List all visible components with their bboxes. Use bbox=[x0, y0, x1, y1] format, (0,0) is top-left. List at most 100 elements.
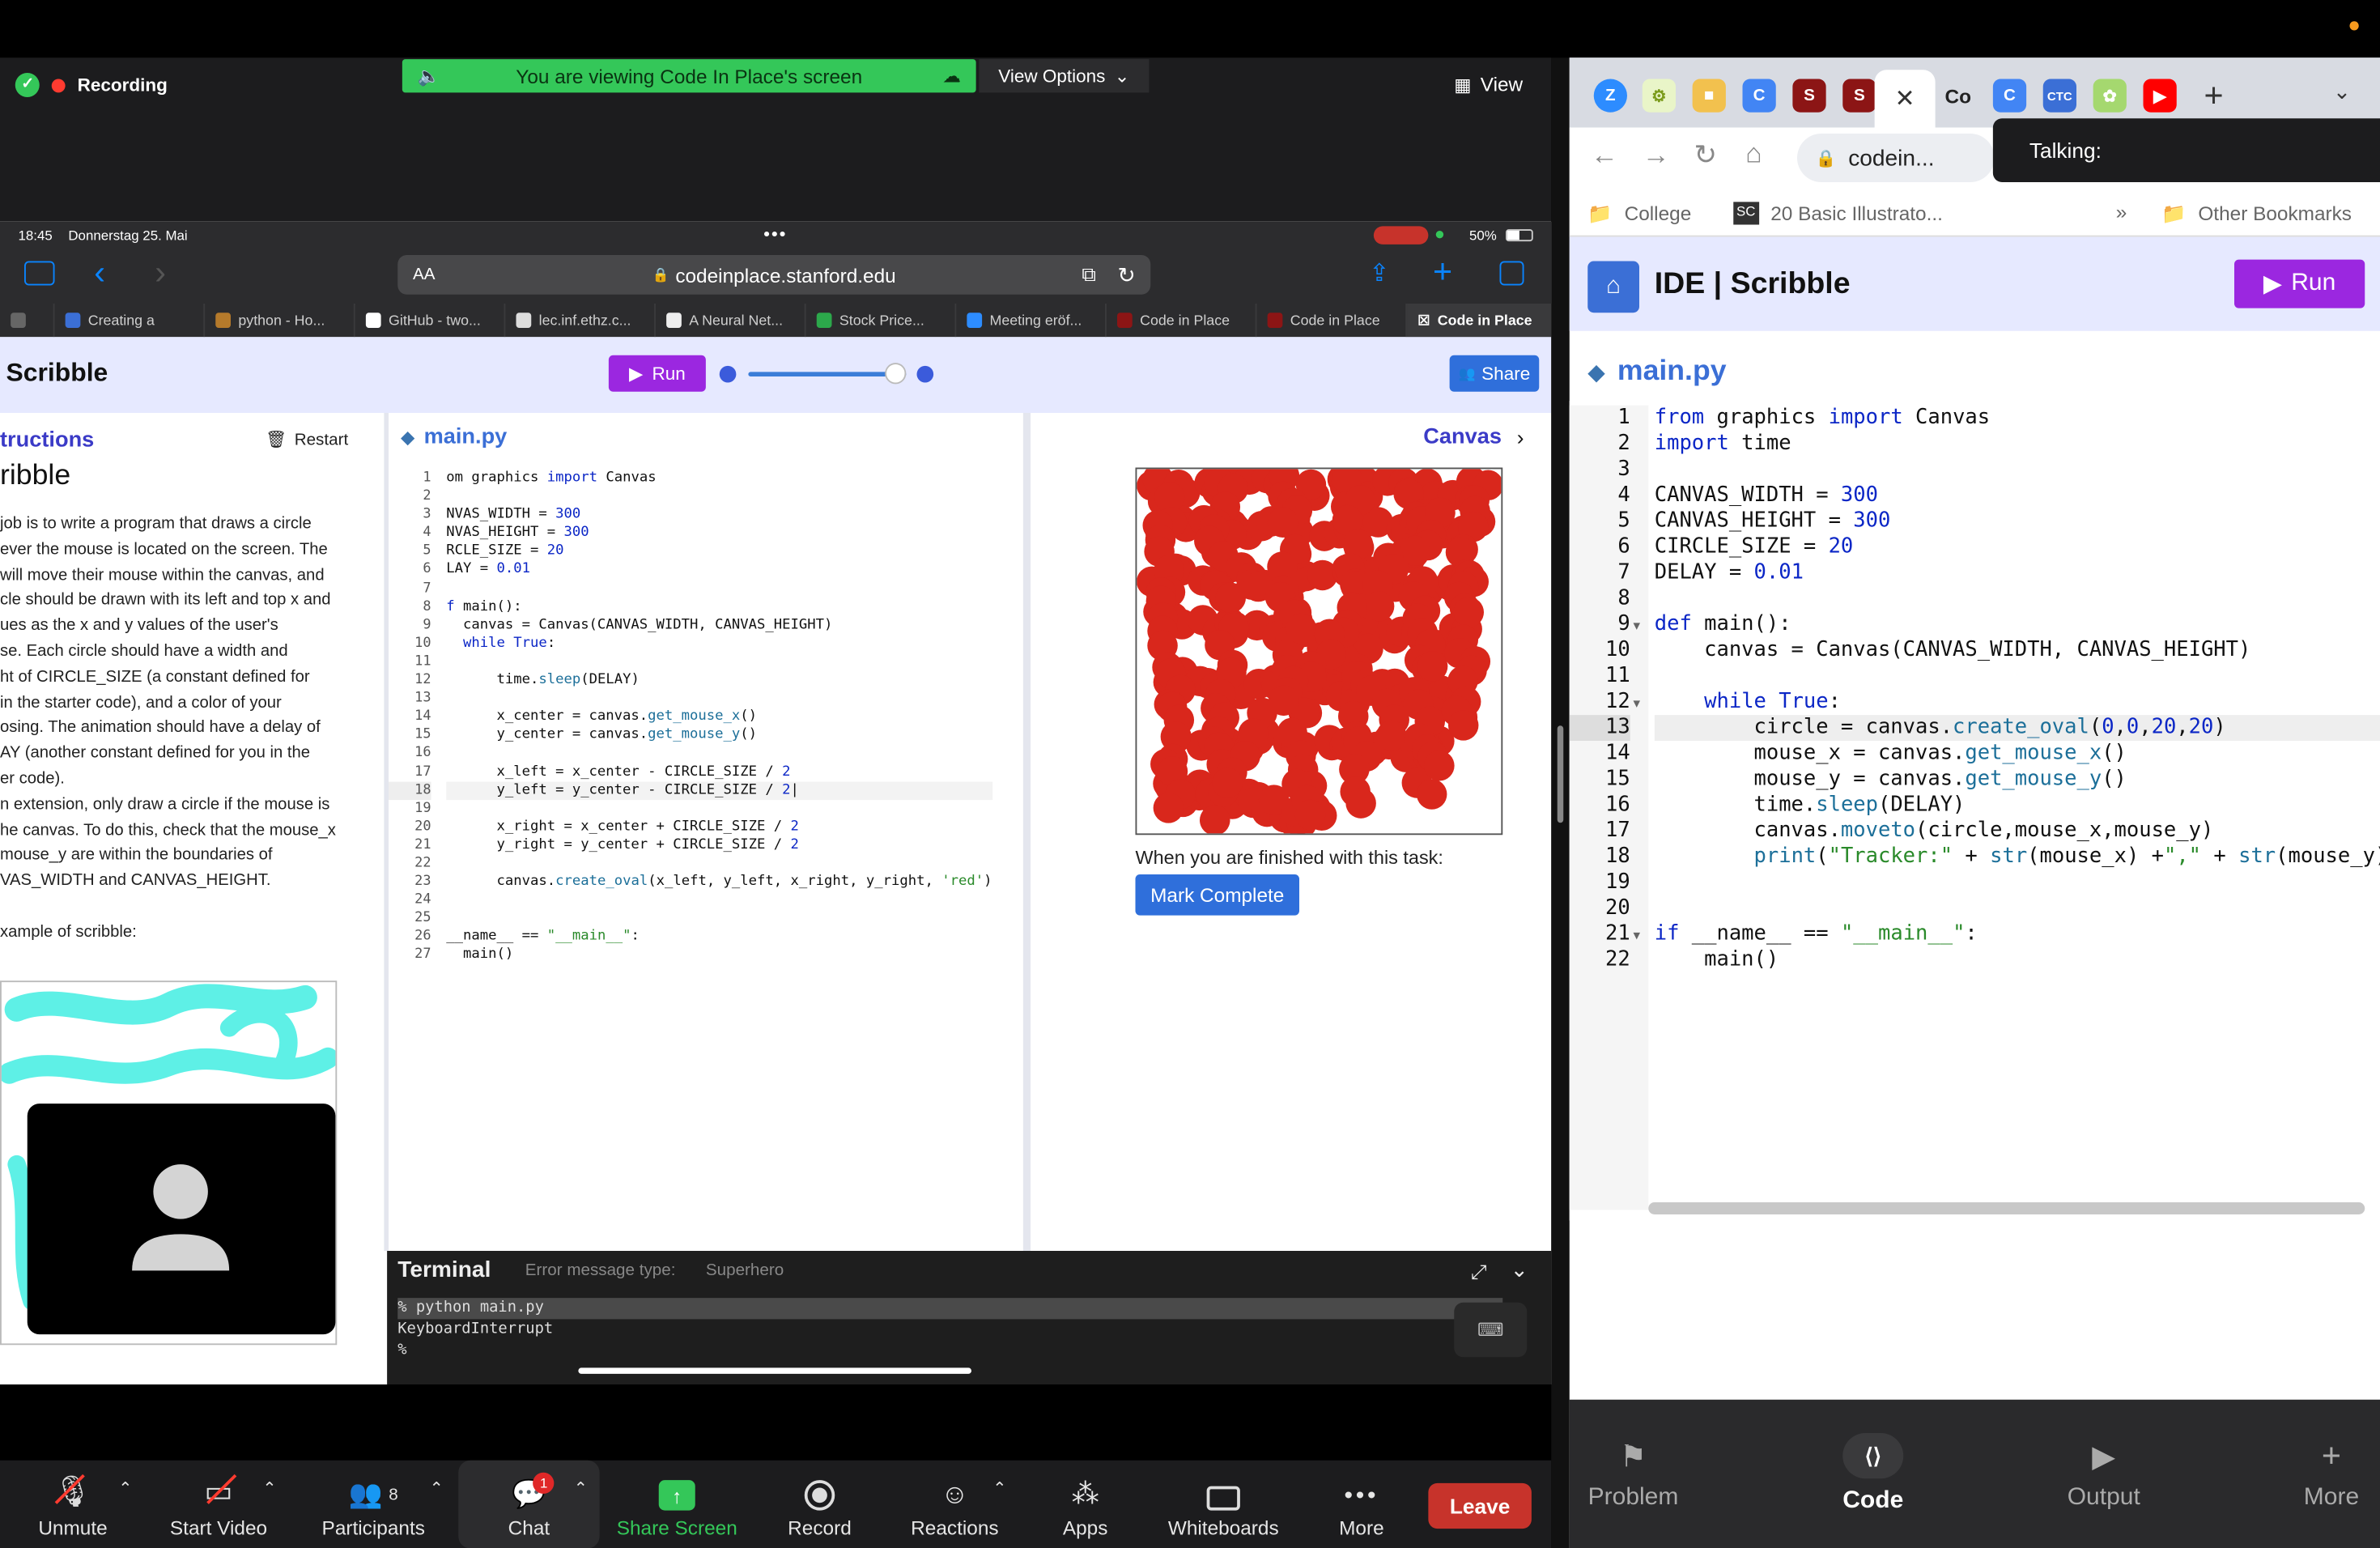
bookmark-other[interactable]: 📁 Other Bookmarks bbox=[2161, 202, 2352, 226]
chevron-up-icon[interactable]: ⌃ bbox=[574, 1478, 588, 1499]
safari-url-bar[interactable]: AA 🔒 codeinplace.stanford.edu ⧉ ↻ bbox=[397, 255, 1151, 295]
safari-tab[interactable]: lec.inf.ethz.c... bbox=[505, 304, 656, 338]
fold-icon[interactable]: ▾ bbox=[1634, 618, 1640, 635]
reload-icon[interactable]: ↻ bbox=[1694, 140, 1717, 172]
error-type-select[interactable]: Superhero bbox=[706, 1261, 784, 1280]
code-lines[interactable]: 1 2 3 4 5 6 7 8 9 10 11 12 13 14 15 16 17 18 19 20 21 22 23 24 2… bbox=[389, 469, 1023, 965]
tab-bike-icon[interactable]: ⚙ bbox=[1642, 79, 1676, 113]
reload-icon[interactable]: ↻ bbox=[1117, 262, 1135, 287]
home-icon[interactable]: ⌂ bbox=[1587, 261, 1639, 313]
tab-c-icon[interactable]: C bbox=[1742, 79, 1776, 113]
tab-stanford-icon[interactable]: S bbox=[1792, 79, 1826, 113]
nav-more[interactable]: + More bbox=[2283, 1400, 2380, 1548]
pane-divider[interactable] bbox=[1022, 413, 1031, 1251]
forward-icon[interactable]: › bbox=[155, 253, 166, 293]
nav-output[interactable]: ▶ Output bbox=[2052, 1400, 2156, 1548]
participant-video-tile[interactable] bbox=[27, 1104, 336, 1335]
run-button[interactable]: ▶ Run bbox=[2234, 259, 2365, 308]
chat-button[interactable]: 💬 1 Chat bbox=[458, 1460, 600, 1548]
drawing-canvas[interactable] bbox=[1135, 467, 1503, 836]
file-name: main.py bbox=[423, 425, 508, 449]
keyboard-icon[interactable]: ⌨ bbox=[1454, 1302, 1528, 1358]
nav-problem[interactable]: ⚑ Problem bbox=[1582, 1400, 1685, 1548]
code-text[interactable]: om graphics import Canvas NVAS_WIDTH = 3… bbox=[446, 469, 992, 964]
apps-button[interactable]: ⁂ Apps bbox=[1048, 1461, 1124, 1548]
tab-folder-icon[interactable]: ■ bbox=[1692, 79, 1726, 113]
speed-slider[interactable] bbox=[748, 372, 907, 376]
new-tab-icon[interactable]: + bbox=[2204, 76, 2224, 116]
tab-c-icon[interactable]: C bbox=[1992, 79, 2027, 113]
whiteboards-button[interactable]: Whiteboards bbox=[1160, 1461, 1288, 1548]
chevron-up-icon[interactable]: ⌃ bbox=[992, 1478, 1006, 1499]
code-text[interactable]: from graphics import Canvas import time … bbox=[1654, 406, 2380, 973]
chevron-up-icon[interactable]: ⌃ bbox=[262, 1478, 276, 1499]
back-icon[interactable]: ‹ bbox=[94, 253, 105, 293]
share-screen-button[interactable]: ↑ Share Screen bbox=[610, 1461, 744, 1548]
chevron-up-icon[interactable]: ⌃ bbox=[430, 1478, 444, 1499]
tab-youtube-icon[interactable]: ▶ bbox=[2143, 79, 2177, 113]
start-video-button[interactable]: ▭ Start Video bbox=[158, 1461, 279, 1548]
tab-menu-chevron-icon[interactable]: ⌄ bbox=[2333, 79, 2351, 105]
safari-tab[interactable]: python - Ho... bbox=[205, 304, 355, 338]
record-button[interactable]: Record bbox=[774, 1461, 865, 1548]
share-icon[interactable]: ⇪ bbox=[1369, 258, 1389, 289]
code-editor[interactable]: 1 2 3 4 5 6 7 8 9 10 11 12 13 14 15 16 17 18 19 20 21 22 ▾ ▾ … bbox=[1569, 401, 2380, 1221]
expand-icon[interactable]: ⤢ bbox=[1471, 1260, 1487, 1284]
view-button[interactable]: ▦ View bbox=[1454, 73, 1523, 96]
chrome-address-bar[interactable]: 🔒 codein... bbox=[1797, 134, 1995, 182]
fold-icon[interactable]: ▾ bbox=[1634, 928, 1640, 945]
back-icon[interactable]: ← bbox=[1591, 140, 1618, 172]
tab-pinned[interactable] bbox=[0, 304, 55, 338]
split-divider[interactable] bbox=[1551, 57, 1570, 1548]
tab-zoom-icon[interactable]: Z bbox=[1593, 79, 1627, 113]
code-editor[interactable]: ◆ main.py 1 2 3 4 5 6 7 8 9 10 11 12 13 14 15 16 17 18 19 2… bbox=[389, 413, 1023, 1251]
reader-aa[interactable]: AA bbox=[413, 266, 436, 284]
canvas-tab[interactable]: Canvas › bbox=[1423, 425, 1524, 449]
leave-button[interactable]: Leave bbox=[1428, 1482, 1532, 1529]
unmute-button[interactable]: 🎙 Unmute bbox=[19, 1461, 128, 1548]
split-handle[interactable] bbox=[1557, 725, 1564, 823]
participants-button[interactable]: 👥 8 Participants bbox=[311, 1461, 436, 1548]
home-icon[interactable]: ⌂ bbox=[1745, 138, 1762, 170]
speed-faster-icon[interactable] bbox=[916, 365, 934, 383]
safari-tab[interactable]: Code in Place bbox=[1257, 304, 1408, 338]
restart-button[interactable]: 🗑 Restart bbox=[266, 428, 348, 453]
status-date: Donnerstag 25. Mai bbox=[68, 228, 188, 243]
safari-tab[interactable]: GitHub - two... bbox=[355, 304, 506, 338]
active-tab-close-icon[interactable]: ✕ bbox=[1874, 70, 1936, 128]
safari-tab[interactable]: Code in Place bbox=[1107, 304, 1257, 338]
safari-tab[interactable]: Stock Price... bbox=[806, 304, 957, 338]
collapse-chevron-icon[interactable]: ⌄ bbox=[1511, 1257, 1528, 1283]
bookmark-college[interactable]: 📁 College bbox=[1587, 202, 1691, 226]
tab-ctc-icon[interactable]: CTC bbox=[2042, 79, 2076, 113]
ide-title: Scribble bbox=[6, 358, 108, 388]
safari-tab[interactable]: Creating a bbox=[55, 304, 206, 338]
translate-icon[interactable]: ⧉ bbox=[1082, 262, 1095, 287]
mark-complete-button[interactable]: Mark Complete bbox=[1135, 874, 1299, 916]
horizontal-scrollbar[interactable] bbox=[1648, 1202, 2365, 1214]
sidebar-icon[interactable] bbox=[24, 261, 55, 286]
tab-co-icon[interactable]: Co bbox=[1941, 79, 1974, 113]
more-bookmarks-icon[interactable]: » bbox=[2116, 201, 2127, 223]
view-options-button[interactable]: View Options ⌄ bbox=[979, 59, 1150, 93]
safari-tab[interactable]: A Neural Net... bbox=[656, 304, 806, 338]
nav-code[interactable]: ⟨⟩ Code bbox=[1821, 1400, 1925, 1548]
speed-slider-thumb[interactable] bbox=[885, 363, 907, 385]
chevron-up-icon[interactable]: ⌃ bbox=[118, 1478, 132, 1499]
more-button[interactable]: ••• More bbox=[1324, 1461, 1400, 1548]
safari-tab-active[interactable]: ☒ Code in Place bbox=[1407, 304, 1552, 338]
tab-stanford-icon[interactable]: S bbox=[1842, 79, 1876, 113]
bookmark-illustrator[interactable]: SC 20 Basic Illustrato... bbox=[1733, 202, 1943, 225]
share-button[interactable]: 👥 Share bbox=[1449, 355, 1540, 392]
fold-icon[interactable]: ▾ bbox=[1634, 695, 1640, 712]
close-tab-icon[interactable]: ☒ bbox=[1417, 312, 1430, 329]
reactions-button[interactable]: ☺ Reactions bbox=[902, 1461, 1008, 1548]
terminal-output[interactable]: % python main.py KeyboardInterrupt % bbox=[397, 1298, 1503, 1362]
speed-slower-icon[interactable] bbox=[719, 365, 737, 383]
new-tab-icon[interactable]: + bbox=[1433, 252, 1452, 291]
forward-icon[interactable]: → bbox=[1643, 140, 1670, 172]
run-button[interactable]: ▶ Run bbox=[608, 355, 706, 392]
tab-leaf-icon[interactable]: ✿ bbox=[2093, 79, 2127, 113]
safari-tab[interactable]: Meeting eröf... bbox=[956, 304, 1107, 338]
tabs-overview-icon[interactable] bbox=[1499, 261, 1524, 286]
